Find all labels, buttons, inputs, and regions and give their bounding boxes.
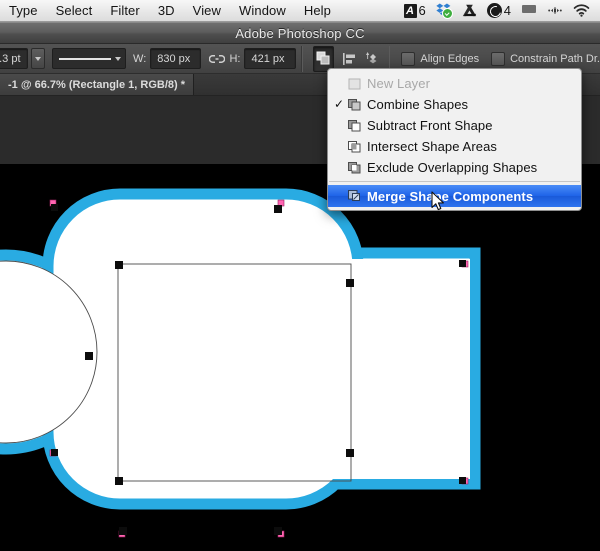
merge-shape-components-icon bbox=[346, 189, 362, 203]
google-drive-status-item[interactable] bbox=[457, 0, 482, 22]
dropbox-sync-check-icon bbox=[442, 8, 453, 19]
new-layer-icon bbox=[346, 77, 362, 91]
creative-cloud-badge: 4 bbox=[504, 3, 511, 18]
menu-item-type[interactable]: Type bbox=[0, 0, 47, 21]
dropbox-icon bbox=[436, 3, 452, 18]
airplay-icon bbox=[547, 4, 563, 17]
chain-link-icon[interactable] bbox=[209, 53, 225, 65]
adobe-illustrator-icon bbox=[404, 4, 417, 18]
menu-item-select[interactable]: Select bbox=[47, 0, 102, 21]
menu-label-exclude-overlapping-shapes: Exclude Overlapping Shapes bbox=[367, 160, 537, 175]
menu-check-combine-shapes: ✓ bbox=[332, 94, 346, 115]
subtract-front-shape-icon bbox=[346, 119, 362, 133]
options-bar-divider bbox=[301, 46, 303, 72]
app-title: Adobe Photoshop CC bbox=[235, 26, 364, 41]
stroke-style-preview-icon bbox=[59, 58, 111, 60]
menu-item-exclude-overlapping-shapes[interactable]: Exclude Overlapping Shapes bbox=[328, 157, 581, 178]
menu-item-combine-shapes[interactable]: ✓ Combine Shapes bbox=[328, 94, 581, 115]
canvas-area[interactable]: 查字典 教程 网 jiaocheng.chazidian.com bbox=[0, 164, 600, 551]
width-value: 830 px bbox=[151, 53, 196, 65]
menu-item-3d[interactable]: 3D bbox=[149, 0, 184, 21]
menu-item-view[interactable]: View bbox=[184, 0, 230, 21]
height-label: H: bbox=[229, 53, 240, 65]
menu-item-merge-shape-components[interactable]: Merge Shape Components bbox=[328, 185, 581, 207]
path-arrangement-button[interactable] bbox=[364, 47, 384, 71]
menu-item-new-layer[interactable]: New Layer bbox=[328, 73, 581, 94]
photoshop-window: Type Select Filter 3D View Window Help 6 bbox=[0, 0, 600, 551]
dropbox-status-item[interactable] bbox=[431, 0, 457, 22]
constrain-path-checkbox-row[interactable]: Constrain Path Dr. bbox=[491, 52, 600, 66]
height-value: 421 px bbox=[245, 53, 290, 65]
mouse-cursor bbox=[431, 191, 447, 213]
align-edges-label: Align Edges bbox=[420, 53, 479, 65]
align-edges-checkbox-row[interactable]: Align Edges bbox=[401, 52, 479, 66]
menu-label-intersect-shape-areas: Intersect Shape Areas bbox=[367, 139, 497, 154]
menu-label-combine-shapes: Combine Shapes bbox=[367, 97, 468, 112]
menu-item-help[interactable]: Help bbox=[295, 0, 340, 21]
menu-item-subtract-front-shape[interactable]: Subtract Front Shape bbox=[328, 115, 581, 136]
shape-group bbox=[0, 194, 475, 504]
constrain-path-label: Constrain Path Dr. bbox=[510, 53, 600, 65]
airplay-status-item[interactable] bbox=[542, 0, 568, 22]
constrain-path-checkbox[interactable] bbox=[491, 52, 505, 66]
app-title-bar: Adobe Photoshop CC bbox=[0, 22, 600, 44]
stroke-width-dropdown-button[interactable] bbox=[31, 48, 45, 69]
intersect-shape-areas-icon bbox=[346, 140, 362, 154]
google-drive-icon bbox=[462, 4, 477, 17]
chevron-down-icon bbox=[115, 57, 121, 61]
creative-cloud-status-item[interactable]: 4 bbox=[482, 0, 516, 22]
menu-label-merge-shape-components: Merge Shape Components bbox=[367, 189, 533, 204]
display-status-item[interactable] bbox=[516, 0, 542, 22]
wifi-status-item[interactable] bbox=[568, 0, 595, 22]
vector-shape-artwork bbox=[0, 164, 600, 551]
menu-label-new-layer: New Layer bbox=[367, 76, 430, 91]
stroke-style-picker[interactable] bbox=[52, 48, 126, 69]
menu-separator bbox=[329, 181, 580, 182]
document-tab-title: -1 @ 66.7% (Rectangle 1, RGB/8) * bbox=[8, 79, 185, 91]
path-operations-menu: New Layer ✓ Combine Shapes Subtract Fron… bbox=[327, 68, 582, 211]
width-input[interactable]: 830 px bbox=[150, 48, 201, 69]
menu-bar-status-items: 6 bbox=[399, 0, 600, 22]
combine-shapes-icon bbox=[346, 98, 362, 112]
creative-cloud-icon bbox=[487, 3, 502, 18]
adobe-illustrator-badge: 6 bbox=[419, 3, 426, 18]
height-input[interactable]: 421 px bbox=[244, 48, 295, 69]
stroke-width-value: 6.3 pt bbox=[0, 53, 27, 65]
align-edges-checkbox[interactable] bbox=[401, 52, 415, 66]
stroke-width-field[interactable]: 6.3 pt bbox=[0, 48, 28, 69]
menu-item-intersect-shape-areas[interactable]: Intersect Shape Areas bbox=[328, 136, 581, 157]
width-label: W: bbox=[133, 53, 146, 65]
adobe-illustrator-status-item[interactable]: 6 bbox=[399, 0, 431, 22]
menu-item-filter[interactable]: Filter bbox=[101, 0, 149, 21]
menu-label-subtract-front-shape: Subtract Front Shape bbox=[367, 118, 493, 133]
path-alignment-button[interactable] bbox=[339, 47, 359, 71]
document-tab[interactable]: -1 @ 66.7% (Rectangle 1, RGB/8) * bbox=[0, 74, 194, 95]
menu-item-window[interactable]: Window bbox=[230, 0, 295, 21]
exclude-overlapping-shapes-icon bbox=[346, 161, 362, 175]
display-icon bbox=[521, 4, 537, 17]
os-menu-bar: Type Select Filter 3D View Window Help 6 bbox=[0, 0, 600, 22]
wifi-icon bbox=[573, 4, 590, 17]
